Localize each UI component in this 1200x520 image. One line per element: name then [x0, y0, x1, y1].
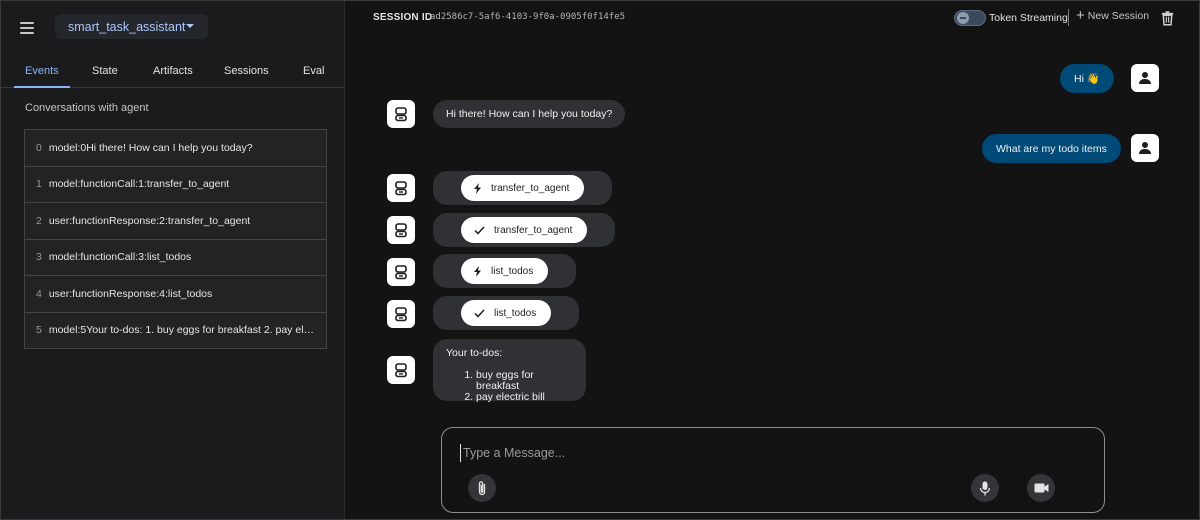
todo-item: buy eggs for breakfast: [476, 370, 573, 392]
header-divider: [1068, 9, 1069, 26]
model-message: Hi there! How can I help you today?: [433, 100, 626, 128]
microphone-icon: [979, 481, 991, 495]
function-call-bubble: transfer_to_agent: [433, 171, 613, 205]
event-index: 2: [36, 214, 42, 227]
event-text: user:functionResponse:2:transfer_to_agen…: [48, 214, 251, 227]
app-selector[interactable]: smart_task_assistant: [55, 14, 208, 39]
person-icon: [1139, 72, 1151, 84]
bot-avatar: [387, 100, 415, 128]
function-call-bubble: list_todos: [433, 254, 577, 288]
event-index: 1: [36, 178, 42, 191]
function-response-bubble: transfer_to_agent: [433, 213, 616, 247]
video-camera-icon: [1034, 483, 1048, 493]
token-streaming-toggle[interactable]: [954, 10, 986, 26]
event-row[interactable]: 0 model:0Hi there! How can I help you to…: [25, 130, 326, 167]
message-input[interactable]: [460, 444, 1060, 462]
session-id-value: ad2586c7-5af6-4103-9f0a-0905f0f14fe5: [430, 12, 626, 22]
event-row[interactable]: 2 user:functionResponse:2:transfer_to_ag…: [25, 203, 326, 240]
robot-icon: [395, 181, 407, 196]
function-call-chip[interactable]: list_todos: [461, 258, 549, 284]
user-message-text: Hi 👋: [1074, 73, 1100, 85]
attach-button[interactable]: [468, 474, 496, 502]
robot-icon: [395, 265, 407, 280]
robot-icon: [395, 307, 407, 322]
session-id-label: SESSION ID: [373, 12, 433, 23]
new-session-button[interactable]: + New Session: [1076, 7, 1150, 24]
event-index: 4: [36, 287, 42, 300]
tab-artifacts[interactable]: Artifacts: [153, 65, 193, 77]
side-tabs: Events State Artifacts Sessions Eval: [0, 58, 345, 88]
function-response-chip[interactable]: list_todos: [461, 300, 552, 326]
function-name: list_todos: [494, 307, 537, 319]
event-index: 3: [36, 251, 42, 264]
bolt-icon: [474, 182, 481, 194]
event-text: model:0Hi there! How can I help you toda…: [48, 141, 253, 154]
person-icon: [1139, 142, 1151, 154]
todo-list: buy eggs for breakfast pay electric bill: [446, 370, 573, 403]
function-response-chip[interactable]: transfer_to_agent: [461, 217, 588, 243]
app-name: smart_task_assistant: [68, 19, 186, 34]
dropdown-arrow-icon: [186, 24, 194, 28]
token-streaming-label: Token Streaming: [989, 12, 1068, 24]
event-row[interactable]: 3 model:functionCall:3:list_todos: [25, 239, 326, 276]
paperclip-icon: [478, 481, 486, 496]
robot-icon: [395, 107, 407, 122]
bot-avatar: [387, 258, 415, 286]
event-row[interactable]: 1 model:functionCall:1:transfer_to_agent: [25, 166, 326, 203]
model-message: Your to-dos: buy eggs for breakfast pay …: [433, 339, 586, 403]
side-panel: smart_task_assistant Events State Artifa…: [0, 0, 345, 520]
user-avatar: [1131, 64, 1159, 92]
microphone-button[interactable]: [971, 474, 999, 502]
robot-icon: [395, 363, 407, 378]
event-text: model:functionCall:1:transfer_to_agent: [48, 178, 230, 191]
function-call-chip[interactable]: transfer_to_agent: [461, 175, 585, 201]
function-response-bubble: list_todos: [433, 296, 580, 330]
tab-sessions[interactable]: Sessions: [224, 65, 269, 77]
message-composer: [441, 427, 1105, 513]
model-message-text: Hi there! How can I help you today?: [446, 108, 613, 120]
event-text: user:functionResponse:4:list_todos: [48, 287, 213, 300]
active-tab-indicator: [14, 86, 70, 88]
event-index: 5: [36, 324, 42, 337]
trash-icon[interactable]: [1160, 10, 1175, 26]
bolt-icon: [474, 265, 481, 277]
tab-state[interactable]: State: [92, 65, 118, 77]
robot-icon: [395, 223, 407, 238]
tab-eval[interactable]: Eval: [303, 65, 324, 77]
video-button[interactable]: [1027, 474, 1055, 502]
events-list: 0 model:0Hi there! How can I help you to…: [24, 129, 327, 349]
user-message: Hi 👋: [1060, 64, 1114, 93]
function-name: transfer_to_agent: [491, 182, 570, 194]
function-name: transfer_to_agent: [494, 224, 573, 236]
check-icon: [474, 225, 485, 235]
bot-avatar: [387, 174, 415, 202]
user-message: What are my todo items: [982, 134, 1121, 163]
todos-title: Your to-dos:: [446, 347, 503, 359]
conversations-heading: Conversations with agent: [25, 102, 149, 114]
todo-item: pay electric bill: [476, 392, 573, 403]
event-index: 0: [36, 141, 42, 154]
function-name: list_todos: [491, 265, 534, 277]
user-message-text: What are my todo items: [996, 142, 1107, 155]
user-avatar: [1131, 134, 1159, 162]
bot-avatar: [387, 300, 415, 328]
new-session-label: New Session: [1087, 10, 1150, 22]
tab-events[interactable]: Events: [25, 65, 59, 77]
bot-avatar: [387, 216, 415, 244]
plus-icon: +: [1076, 7, 1085, 24]
event-text: model:functionCall:3:list_todos: [48, 251, 192, 264]
event-text: model:5Your to-dos: 1. buy eggs for brea…: [48, 324, 326, 337]
menu-icon[interactable]: [13, 14, 41, 42]
event-row[interactable]: 5 model:5Your to-dos: 1. buy eggs for br…: [25, 312, 326, 349]
toggle-knob: [957, 12, 969, 24]
event-row[interactable]: 4 user:functionResponse:4:list_todos: [25, 276, 326, 313]
bot-avatar: [387, 356, 415, 384]
check-icon: [474, 308, 485, 318]
